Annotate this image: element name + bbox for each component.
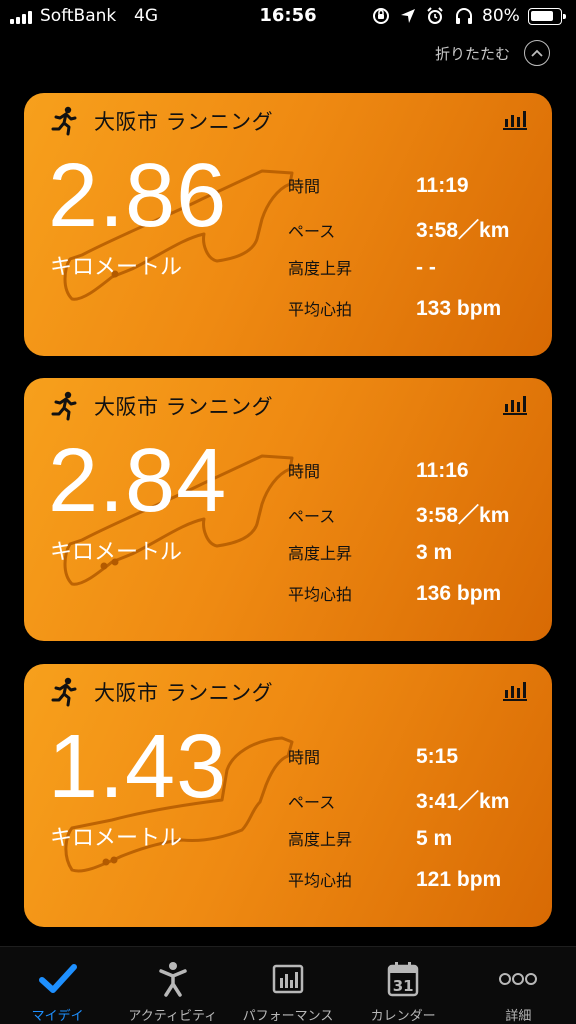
distance-unit: キロメートル — [50, 826, 183, 851]
headphones-icon — [456, 8, 472, 24]
activity-card[interactable]: 大阪市 ランニング 1.43 キロメートル 時間 5:15 ペース 3:41／km … — [24, 664, 552, 927]
stat-value: 121 bpm — [416, 868, 502, 891]
distance-unit: キロメートル — [50, 255, 183, 280]
stat-value: 3:58／km — [416, 504, 510, 527]
stat-value: 11:19 — [416, 174, 469, 197]
stat-time: 時間 11:19 — [288, 173, 538, 214]
stat-heart-rate: 平均心拍 133 bpm — [288, 296, 538, 337]
stat-value: 3:41／km — [416, 790, 510, 813]
stat-value: - - — [416, 256, 436, 279]
stat-time: 時間 11:16 — [288, 458, 538, 499]
stats-chart-icon[interactable] — [502, 392, 528, 416]
stat-elevation: 高度上昇 - - — [288, 255, 538, 296]
distance-value: 1.43 — [48, 717, 228, 817]
stat-label: 高度上昇 — [288, 830, 353, 849]
orientation-lock-icon — [373, 8, 389, 24]
card-header: 大阪市 ランニング — [48, 390, 273, 422]
activity-title: 大阪市 ランニング — [94, 681, 274, 705]
system-icons — [372, 7, 474, 25]
activity-card[interactable]: 大阪市 ランニング 2.86 キロメートル 時間 11:19 ペース 3:58／km… — [24, 93, 552, 356]
distance-value: 2.86 — [48, 146, 228, 246]
person-activity-icon — [159, 962, 187, 997]
stat-label: 高度上昇 — [288, 544, 353, 563]
battery-icon — [528, 8, 566, 25]
tab-performance[interactable]: パフォーマンス — [230, 947, 345, 1024]
collapse-control[interactable]: 折りたたむ — [435, 40, 550, 66]
tab-activity[interactable]: アクティビティ — [115, 947, 230, 1024]
stats-list: 時間 5:15 ペース 3:41／km 高度上昇 5 m 平均心拍 121 bpm — [288, 744, 538, 908]
stat-value: 3:58／km — [416, 219, 510, 242]
alarm-icon — [427, 7, 443, 24]
stat-value: 11:16 — [416, 459, 469, 482]
tab-bar: マイデイ アクティビティ パフォーマンス 31 カレンダー 詳細 — [0, 946, 576, 1024]
tab-label: カレンダー — [370, 1009, 436, 1024]
battery-percentage: 80% — [482, 6, 520, 26]
stat-label: ペース — [288, 507, 336, 526]
distance-unit: キロメートル — [50, 540, 183, 565]
status-bar: SoftBank 4G 16:56 80% — [0, 0, 576, 34]
stat-label: 平均心拍 — [288, 871, 353, 890]
stat-label: ペース — [288, 793, 336, 812]
stat-label: 平均心拍 — [288, 300, 353, 319]
performance-chart-icon — [272, 964, 304, 994]
stat-label: 時間 — [288, 462, 321, 481]
stat-heart-rate: 平均心拍 121 bpm — [288, 867, 538, 908]
running-icon — [51, 391, 77, 421]
collapse-button[interactable] — [524, 40, 550, 66]
checkmark-icon — [38, 964, 77, 993]
distance-value: 2.84 — [48, 431, 228, 531]
stat-elevation: 高度上昇 5 m — [288, 826, 538, 867]
card-header: 大阪市 ランニング — [48, 676, 273, 708]
stat-pace: ペース 3:58／km — [288, 499, 538, 540]
stat-heart-rate: 平均心拍 136 bpm — [288, 581, 538, 622]
calendar-day: 31 — [392, 977, 414, 995]
stat-value: 5:15 — [416, 745, 459, 768]
running-icon — [51, 677, 77, 707]
stats-chart-icon[interactable] — [502, 107, 528, 131]
activity-card[interactable]: 大阪市 ランニング 2.84 キロメートル 時間 11:16 ペース 3:58／km… — [24, 378, 552, 641]
stat-label: 高度上昇 — [288, 259, 353, 278]
calendar-icon: 31 — [383, 959, 423, 999]
stats-list: 時間 11:19 ペース 3:58／km 高度上昇 - - 平均心拍 133 bpm — [288, 173, 538, 337]
stat-label: 時間 — [288, 748, 321, 767]
activity-title: 大阪市 ランニング — [94, 395, 274, 419]
card-header: 大阪市 ランニング — [48, 105, 273, 137]
location-icon — [401, 9, 415, 23]
stat-label: ペース — [288, 222, 336, 241]
tab-calendar[interactable]: 31 カレンダー — [346, 947, 461, 1024]
tab-label: パフォーマンス — [242, 1009, 334, 1024]
more-icon — [499, 973, 538, 985]
stat-value: 5 m — [416, 827, 453, 850]
collapse-label: 折りたたむ — [434, 44, 510, 63]
stats-list: 時間 11:16 ペース 3:58／km 高度上昇 3 m 平均心拍 136 bpm — [288, 458, 538, 622]
stat-pace: ペース 3:58／km — [288, 214, 538, 255]
running-icon — [51, 106, 77, 136]
stats-chart-icon[interactable] — [502, 678, 528, 702]
chevron-up-icon — [531, 49, 543, 57]
stat-elevation: 高度上昇 3 m — [288, 540, 538, 581]
stat-value: 133 bpm — [416, 297, 502, 320]
tab-more[interactable]: 詳細 — [461, 947, 576, 1024]
stat-value: 136 bpm — [416, 582, 502, 605]
stat-time: 時間 5:15 — [288, 744, 538, 785]
tab-label: マイデイ — [31, 1009, 84, 1024]
stat-pace: ペース 3:41／km — [288, 785, 538, 826]
activity-title: 大阪市 ランニング — [94, 110, 274, 134]
stat-label: 時間 — [288, 177, 321, 196]
stat-value: 3 m — [416, 541, 453, 564]
stat-label: 平均心拍 — [288, 585, 353, 604]
tab-label: アクティビティ — [128, 1009, 218, 1024]
tab-my-day[interactable]: マイデイ — [0, 947, 115, 1024]
tab-label: 詳細 — [505, 1009, 532, 1024]
